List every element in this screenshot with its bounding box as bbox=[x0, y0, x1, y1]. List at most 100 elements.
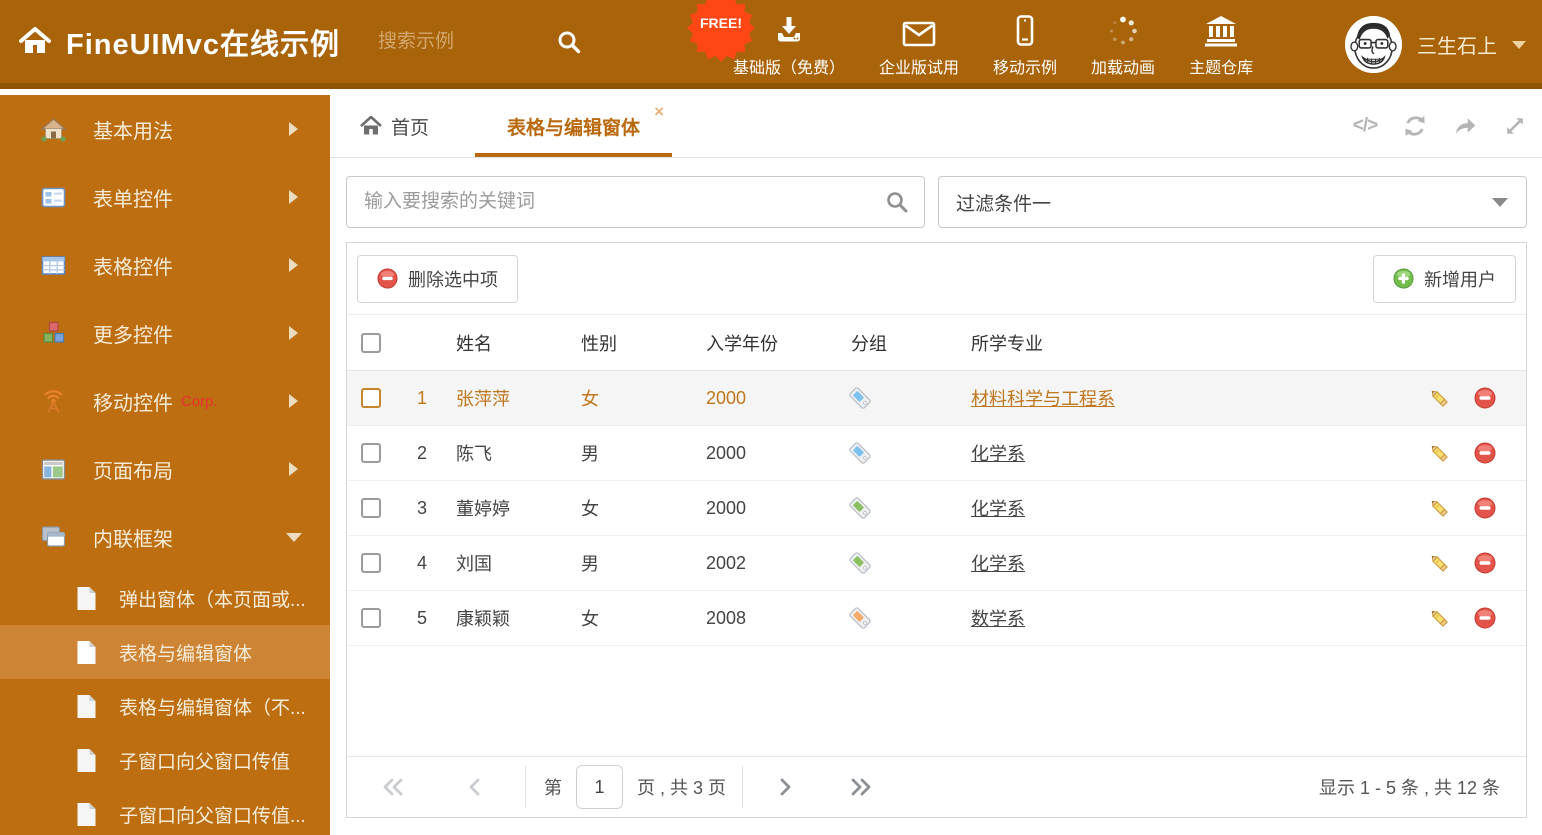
page-label-prefix: 第 bbox=[544, 778, 562, 798]
delete-selected-button[interactable]: 删除选中项 bbox=[357, 254, 518, 303]
nav-mobile-examples[interactable]: 移动示例 bbox=[976, 12, 1074, 78]
last-page-button[interactable] bbox=[847, 776, 873, 798]
keyword-search-input[interactable] bbox=[364, 191, 872, 213]
spinner-icon bbox=[1106, 12, 1140, 48]
app-header: FineUIMvc在线示例 FREE! 基础版（免费） 企业版试用 bbox=[0, 0, 1542, 89]
row-checkbox[interactable] bbox=[361, 443, 381, 463]
sidebar-item-label: 页面布局 bbox=[93, 460, 173, 483]
grid-panel: 删除选中项 新增用户 姓名 性别 入学年份 分组 所学专业 1 张萍萍 女 20… bbox=[346, 242, 1527, 818]
row-index: 1 bbox=[416, 387, 427, 408]
code-icon[interactable]: </> bbox=[1352, 113, 1379, 139]
pager-divider bbox=[525, 766, 526, 808]
sidebar-item-more-controls[interactable]: 更多控件 bbox=[0, 299, 330, 367]
sidebar-item-basic-usage[interactable]: 基本用法 bbox=[0, 95, 330, 163]
sidebar-item-grid-controls[interactable]: 表格控件 bbox=[0, 231, 330, 299]
sidebar-subitem-popup-window[interactable]: 弹出窗体（本页面或... bbox=[0, 571, 330, 625]
tab-active-underline bbox=[475, 153, 673, 157]
row-name: 陈飞 bbox=[456, 444, 492, 464]
row-checkbox[interactable] bbox=[361, 498, 381, 518]
tab-label: 表格与编辑窗体 bbox=[507, 117, 641, 139]
sidebar-subitem-child-to-parent-2[interactable]: 子窗口向父窗口传值... bbox=[0, 787, 330, 835]
search-icon[interactable] bbox=[885, 190, 909, 214]
avatar[interactable] bbox=[1345, 16, 1402, 73]
sidebar-item-label: 移动控件 bbox=[93, 392, 173, 415]
sidebar-item-form-controls[interactable]: 表单控件 bbox=[0, 163, 330, 231]
expand-icon[interactable] bbox=[1502, 113, 1528, 139]
chevron-right-icon bbox=[289, 122, 298, 136]
sidebar-subitem-label: 子窗口向父窗口传值... bbox=[119, 805, 306, 827]
sidebar-subitem-label: 表格与编辑窗体 bbox=[119, 643, 253, 665]
row-checkbox[interactable] bbox=[361, 553, 381, 573]
refresh-icon[interactable] bbox=[1402, 113, 1428, 139]
chevron-right-icon bbox=[289, 258, 298, 272]
chevron-right-icon bbox=[289, 462, 298, 476]
edit-icon[interactable] bbox=[1428, 552, 1450, 574]
row-checkbox[interactable] bbox=[361, 608, 381, 628]
cubes-icon bbox=[40, 320, 67, 347]
tag-icon bbox=[837, 440, 957, 466]
nav-loading-animations[interactable]: 加载动画 bbox=[1074, 12, 1172, 78]
nav-label: 主题仓库 bbox=[1189, 59, 1254, 77]
windows-icon bbox=[40, 524, 67, 551]
sidebar-subitem-label: 弹出窗体（本页面或... bbox=[119, 589, 306, 611]
major-link[interactable]: 化学系 bbox=[971, 499, 1025, 519]
sidebar-item-label: 内联框架 bbox=[93, 528, 173, 551]
chevron-down-icon bbox=[1492, 197, 1508, 207]
first-page-button[interactable] bbox=[381, 776, 407, 798]
chevron-down-icon bbox=[286, 532, 302, 542]
nav-enterprise-trial[interactable]: 企业版试用 bbox=[862, 12, 976, 78]
edit-icon[interactable] bbox=[1428, 497, 1450, 519]
column-group: 分组 bbox=[851, 333, 887, 354]
delete-icon[interactable] bbox=[1474, 552, 1496, 574]
column-gender: 性别 bbox=[581, 333, 617, 354]
layout-icon bbox=[40, 456, 67, 483]
delete-icon[interactable] bbox=[1474, 387, 1496, 409]
sidebar-subitem-grid-edit-window-2[interactable]: 表格与编辑窗体（不... bbox=[0, 679, 330, 733]
header-search-input[interactable] bbox=[378, 30, 529, 53]
file-icon bbox=[76, 640, 97, 665]
edit-icon[interactable] bbox=[1428, 607, 1450, 629]
search-icon[interactable] bbox=[556, 29, 582, 55]
delete-icon[interactable] bbox=[1474, 497, 1496, 519]
share-icon[interactable] bbox=[1452, 113, 1478, 139]
next-page-button[interactable] bbox=[777, 776, 795, 798]
envelope-icon bbox=[901, 12, 937, 48]
row-checkbox[interactable] bbox=[361, 388, 381, 408]
edit-icon[interactable] bbox=[1428, 387, 1450, 409]
sidebar-subitem-label: 子窗口向父窗口传值 bbox=[119, 751, 291, 773]
sidebar-item-label: 更多控件 bbox=[93, 324, 173, 347]
home-icon[interactable] bbox=[18, 25, 52, 59]
table-row: 3 董婷婷 女 2000 化学系 bbox=[347, 481, 1526, 536]
row-year: 2000 bbox=[706, 442, 747, 463]
nav-basic-edition[interactable]: 基础版（免费） bbox=[716, 12, 862, 78]
sidebar-item-page-layout[interactable]: 页面布局 bbox=[0, 435, 330, 503]
major-link[interactable]: 化学系 bbox=[971, 444, 1025, 464]
header-search bbox=[378, 29, 582, 55]
delete-icon[interactable] bbox=[1474, 442, 1496, 464]
delete-icon[interactable] bbox=[1474, 607, 1496, 629]
nav-theme-repo[interactable]: 主题仓库 bbox=[1172, 12, 1270, 78]
page-number-input[interactable] bbox=[576, 765, 623, 809]
add-user-button[interactable]: 新增用户 bbox=[1373, 254, 1516, 303]
user-menu[interactable]: 三生石上 bbox=[1345, 0, 1526, 89]
close-icon[interactable]: × bbox=[654, 103, 664, 120]
major-link[interactable]: 化学系 bbox=[971, 554, 1025, 574]
file-icon bbox=[76, 586, 97, 611]
tab-home[interactable]: 首页 bbox=[346, 95, 443, 157]
pager-summary: 显示 1 - 5 条 , 共 12 条 bbox=[1318, 778, 1500, 798]
tab-grid-edit-window[interactable]: 表格与编辑窗体 × bbox=[475, 95, 673, 157]
table-row: 2 陈飞 男 2000 化学系 bbox=[347, 426, 1526, 481]
major-link[interactable]: 材料科学与工程系 bbox=[971, 389, 1115, 409]
sidebar-item-iframe[interactable]: 内联框架 bbox=[0, 503, 330, 571]
filter-dropdown[interactable]: 过滤条件一 bbox=[938, 176, 1527, 228]
sidebar-item-mobile-controls[interactable]: 移动控件 Corp. bbox=[0, 367, 330, 435]
edit-icon[interactable] bbox=[1428, 442, 1450, 464]
select-all-checkbox[interactable] bbox=[361, 332, 381, 353]
tag-icon bbox=[837, 385, 957, 411]
major-link[interactable]: 数学系 bbox=[971, 609, 1025, 629]
prev-page-button[interactable] bbox=[465, 776, 483, 798]
nav-label: 企业版试用 bbox=[879, 59, 960, 77]
sidebar-subitem-child-to-parent[interactable]: 子窗口向父窗口传值 bbox=[0, 733, 330, 787]
sidebar-subitem-grid-edit-window[interactable]: 表格与编辑窗体 bbox=[0, 625, 330, 679]
nav-label: 移动示例 bbox=[993, 59, 1058, 77]
